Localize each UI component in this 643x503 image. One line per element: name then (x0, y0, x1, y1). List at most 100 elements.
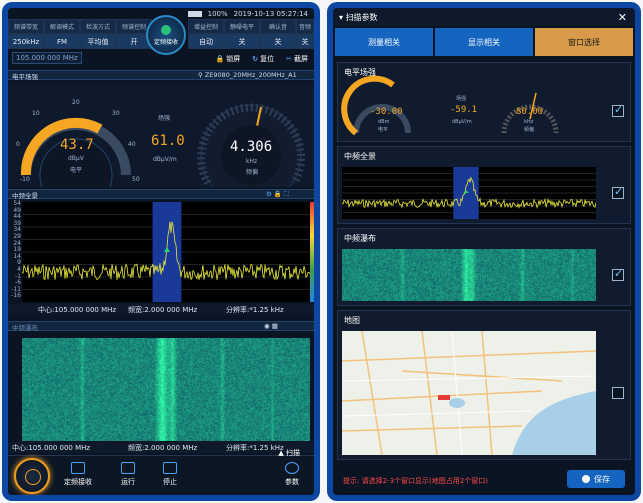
mini-waterfall (342, 249, 596, 301)
gear-icon (285, 462, 299, 474)
scan-toggle[interactable]: ▲ 扫描 (278, 448, 300, 458)
lock-icon: 🔒 (215, 55, 225, 63)
expand-icon[interactable]: ⛶ (284, 190, 289, 198)
tab-measure[interactable]: 测量相关 (335, 28, 433, 56)
mini-offset-label: 频偏 (524, 127, 535, 133)
main-menu-button[interactable] (14, 458, 50, 494)
close-icon[interactable]: ✕ (618, 11, 627, 24)
offset-value: 4.306 (230, 139, 273, 155)
level-tick: 20 (72, 99, 80, 106)
spectrum-plot[interactable] (22, 202, 310, 302)
scissors-icon: ✂ (286, 55, 292, 63)
menu-icon[interactable]: ▦ (272, 322, 278, 330)
level-tick: -10 (20, 176, 30, 183)
mini-field-unit: dBμV/m (452, 119, 472, 125)
waterfall-info-bar: 中心:105.000 000 MHz 频宽:2.000 000 MHz 分辨率:… (8, 442, 314, 453)
param-header-7: 音频 (296, 19, 314, 34)
waterfall-span: 频宽:2.000 000 MHz (128, 444, 198, 452)
fixed-receive-mode-button[interactable]: 定频接收 (146, 15, 186, 55)
mini-field-value: -59.1 (450, 105, 478, 115)
mini-level-unit: dBm (378, 119, 390, 125)
waterfall-plot[interactable] (22, 338, 310, 441)
offset-gauge-face (221, 125, 281, 185)
section-map: 地图 (337, 310, 631, 460)
mini-offset-unit: kHz (524, 119, 534, 125)
tab-window[interactable]: 窗口选择 (535, 28, 633, 56)
mini-field-label: 场强 (456, 96, 467, 102)
checkbox-level[interactable] (612, 103, 624, 117)
status-bar: 100% 2019-10-13 05:27:14 (187, 10, 308, 18)
mini-offset-value: 80.00 (516, 107, 544, 117)
play-icon (121, 462, 135, 474)
param-value-1[interactable]: FM (44, 34, 80, 49)
section-map-label: 地图 (344, 316, 360, 325)
checkbox-spectrum[interactable] (612, 185, 624, 199)
checkbox-waterfall[interactable] (612, 267, 624, 281)
waterfall-res: 分辨率:*1.25 kHz (226, 444, 284, 452)
scan-label: 扫描 (286, 449, 300, 457)
level-tick: 10 (32, 110, 40, 117)
param-value-4[interactable]: 自动 (188, 34, 224, 49)
mini-level-label: 电平 (378, 127, 389, 133)
battery-text: 100% (207, 10, 228, 18)
frequency-input[interactable]: 105.000 000 MHz (12, 52, 82, 64)
spectrum-span: 频宽:2.000 000 MHz (128, 306, 198, 314)
main-panel: 100% 2019-10-13 05:27:14 频谱带宽 250kHz 解调模式 F… (2, 2, 320, 501)
tab-display[interactable]: 显示相关 (435, 28, 533, 56)
section-waterfall-label: 中频瀑布 (344, 234, 376, 243)
lock-label: 锁屏 (226, 55, 241, 63)
stop-icon (163, 462, 177, 474)
scan-params-dialog: ▾ 扫描参数 ✕ 测量相关 显示相关 窗口选择 电平场强 -30.00 dBm … (327, 2, 641, 501)
param-value-0[interactable]: 250kHz (8, 34, 44, 49)
waterfall-tools: ◉ ▦ (264, 322, 278, 330)
field-unit: dBμV/m (153, 156, 177, 163)
level-unit: dBμV (68, 155, 84, 162)
spectrum-color-scale (310, 202, 314, 302)
save-label: 保存 (594, 474, 610, 484)
palette-icon[interactable]: ◉ (264, 322, 270, 330)
param-header-4: 增益控制 (188, 19, 224, 34)
offset-label: 频偏 (246, 169, 259, 176)
map-marker (438, 395, 450, 400)
param-header-1: 解调模式 (44, 19, 80, 34)
waterfall-section-title: 中频瀑布 (12, 324, 38, 332)
level-section-title: 电平场强 (12, 73, 38, 81)
save-button[interactable]: 保存 (567, 470, 625, 488)
save-icon (582, 475, 590, 483)
spectrum-info-bar: 中心:105.000 000 MHz 频宽:2.000 000 MHz 分辨率:… (8, 304, 314, 315)
params-label: 参数 (285, 478, 299, 486)
params-button[interactable]: 参数 (272, 462, 312, 487)
param-value-6[interactable]: 关 (260, 34, 296, 49)
map-lake (449, 398, 465, 408)
reset-label: 复位 (260, 55, 275, 63)
level-tick: 30 (112, 110, 120, 117)
lock-small-icon[interactable]: 🔒 (274, 190, 282, 198)
map-preview (342, 331, 596, 455)
run-button[interactable]: 运行 (108, 462, 148, 487)
fixed-receive-label: 定频接收 (64, 478, 92, 486)
screenshot-label: 截屏 (294, 55, 308, 63)
dialog-title-bar: ▾ 扫描参数 ✕ (333, 8, 635, 26)
level-value: 43.7 (60, 137, 94, 153)
mode-label: 定频接收 (153, 38, 178, 46)
checkbox-map[interactable] (612, 387, 624, 399)
param-header-5: 静噪电平 (224, 19, 260, 34)
field-label: 场强 (158, 115, 171, 122)
param-value-2[interactable]: 平均值 (80, 34, 116, 49)
param-value-5[interactable]: 关 (224, 34, 260, 49)
reset-button[interactable]: ↻ 复位 (252, 54, 274, 64)
receive-icon (71, 462, 85, 474)
y-tick: -16 (11, 292, 21, 300)
param-value-7[interactable]: 关 (296, 34, 314, 49)
fixed-receive-button[interactable]: 定频接收 (58, 462, 98, 487)
param-header-6: 确认音 (260, 19, 296, 34)
settings-icon[interactable]: ⚙ (266, 190, 272, 198)
hint-text: 提示: 请选择2-3个窗口显示(地图占用2个窗口) (343, 477, 488, 485)
screenshot-button[interactable]: ✂ 截屏 (286, 54, 308, 64)
reset-icon: ↻ (252, 55, 259, 63)
lock-button[interactable]: 🔒 锁屏 (216, 54, 241, 64)
expand-arrow-icon: ▲ (278, 449, 286, 457)
param-header-2: 检波方式 (80, 19, 116, 34)
stop-button[interactable]: 停止 (150, 462, 190, 487)
antenna-name: ZE9080_20MHz_200MHz_A1 (204, 71, 297, 79)
